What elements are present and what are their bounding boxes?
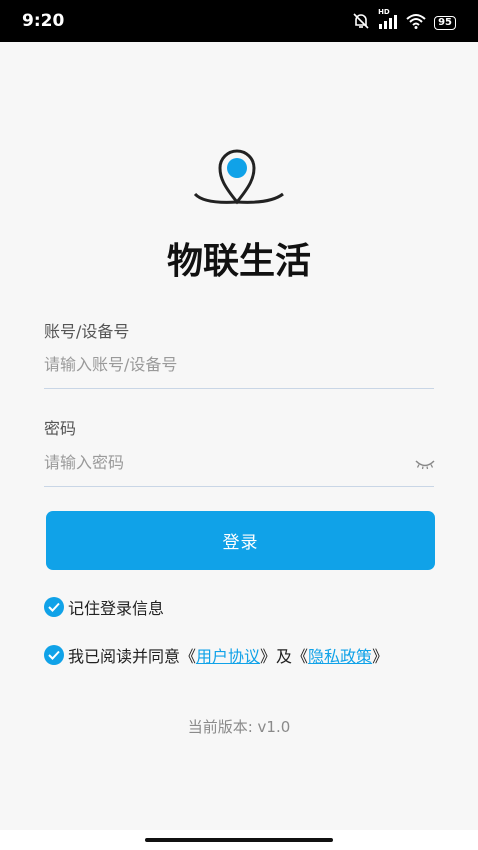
agreement-option[interactable]: 我已阅读并同意《 用户协议 》及《 隐私政策 》 [44,643,388,667]
password-label: 密码 [44,419,77,438]
location-pin-icon [192,140,286,214]
eye-closed-icon[interactable] [414,455,436,474]
app-title: 物联生活 [166,241,311,282]
version-text: 当前版本: v1.0 [187,718,291,736]
agreement-middle: 》及《 [260,647,309,666]
status-icons: HD 95 [352,8,456,34]
navigation-bar [0,830,478,850]
password-input[interactable] [44,453,434,487]
status-bar: 9:20 HD 95 [0,0,478,42]
check-icon[interactable] [44,645,64,665]
login-button[interactable]: 登录 [46,511,435,570]
status-time: 9:20 [22,11,65,31]
login-screen: 物联生活 账号/设备号 密码 登录 记住登录信息 我已阅读并同意《 用户协议 》… [0,42,478,830]
account-label: 账号/设备号 [44,322,130,341]
remember-label: 记住登录信息 [68,599,165,618]
network-type: HD [378,8,390,16]
agreement-suffix: 》 [372,647,389,666]
agreement-prefix: 我已阅读并同意《 [68,647,197,666]
mute-icon [352,12,370,34]
home-indicator[interactable] [145,838,333,842]
privacy-policy-link[interactable]: 隐私政策 [308,643,372,667]
remember-option[interactable]: 记住登录信息 [44,595,164,619]
account-input[interactable] [44,355,434,389]
user-agreement-link[interactable]: 用户协议 [196,643,260,667]
wifi-icon [406,13,426,33]
battery-icon: 95 [434,16,456,30]
check-icon[interactable] [44,597,64,617]
signal-icon: HD [378,8,398,33]
